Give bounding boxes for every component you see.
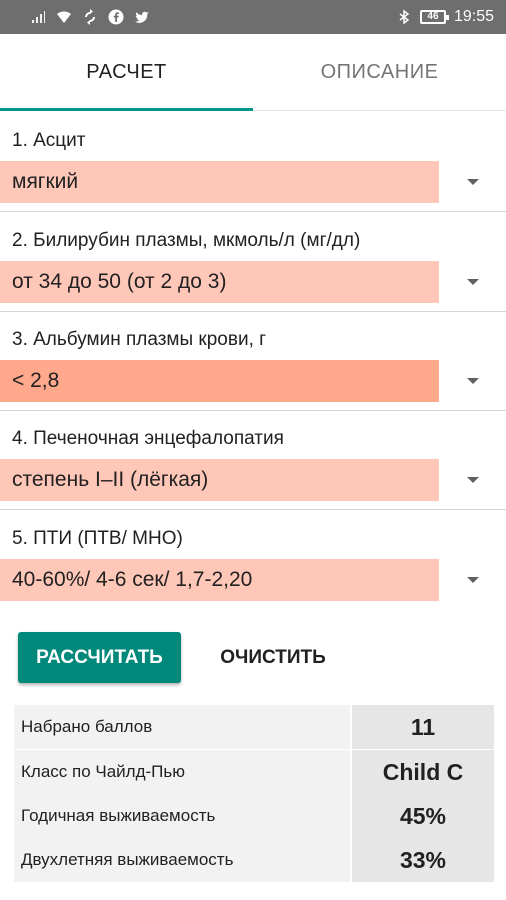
- albumin-select[interactable]: < 2,8: [0, 360, 439, 402]
- select-value: степень I–II (лёгкая): [12, 468, 209, 491]
- field-bilirubin: 2. Билирубин плазмы, мкмоль/л (мг/дл) от…: [0, 212, 506, 312]
- dropdown-arrow-icon[interactable]: [467, 477, 479, 483]
- result-value: Child C: [352, 750, 494, 794]
- result-label: Двухлетняя выживаемость: [14, 838, 350, 882]
- dropdown-arrow-icon[interactable]: [467, 279, 479, 285]
- tab-bar: РАСЧЕТ ОПИСАНИЕ: [0, 34, 506, 111]
- dropdown-arrow-icon[interactable]: [467, 179, 479, 185]
- result-label: Класс по Чайлд-Пью: [14, 750, 350, 794]
- result-label: Годичная выживаемость: [14, 794, 350, 838]
- tab-calculation[interactable]: РАСЧЕТ: [0, 34, 253, 111]
- field-ascites: 1. Асцит мягкий: [0, 112, 506, 212]
- ascites-select[interactable]: мягкий: [0, 161, 439, 203]
- calculate-button[interactable]: РАССЧИТАТЬ: [18, 632, 181, 683]
- tab-description[interactable]: ОПИСАНИЕ: [253, 34, 506, 111]
- field-albumin: 3. Альбумин плазмы крови, г < 2,8: [0, 311, 506, 411]
- result-row-one-year: Годичная выживаемость 45%: [14, 794, 494, 838]
- field-label: 2. Билирубин плазмы, мкмоль/л (мг/дл): [12, 230, 361, 251]
- field-encephalopathy: 4. Печеночная энцефалопатия степень I–II…: [0, 410, 506, 510]
- status-left-icons: [30, 8, 150, 26]
- wifi-icon: [57, 11, 71, 23]
- result-value: 11: [352, 705, 494, 749]
- battery-icon: 46: [419, 10, 449, 24]
- status-right: 46 19:55: [396, 7, 494, 27]
- select-value: 40-60%/ 4-6 сек/ 1,7-2,20: [12, 568, 253, 591]
- clear-button[interactable]: ОЧИСТИТЬ: [200, 632, 346, 683]
- sync-icon: [85, 9, 95, 25]
- field-label: 3. Альбумин плазмы крови, г: [12, 329, 267, 350]
- result-label: Набрано баллов: [14, 705, 350, 749]
- encephalopathy-select[interactable]: степень I–II (лёгкая): [0, 459, 439, 501]
- status-bar: 46 19:55: [0, 0, 506, 34]
- twitter-icon: [135, 11, 149, 23]
- field-label: 5. ПТИ (ПТВ/ МНО): [12, 528, 183, 549]
- select-value: мягкий: [12, 170, 79, 193]
- result-value: 45%: [352, 794, 494, 838]
- select-value: от 34 до 50 (от 2 до 3): [12, 270, 227, 293]
- dropdown-arrow-icon[interactable]: [467, 577, 479, 583]
- result-row-two-year: Двухлетняя выживаемость 33%: [14, 838, 494, 882]
- bluetooth-icon: [399, 9, 410, 25]
- field-label: 4. Печеночная энцефалопатия: [12, 428, 284, 449]
- select-value: < 2,8: [12, 369, 60, 392]
- signal-icon: [32, 11, 45, 23]
- field-label: 1. Асцит: [12, 130, 86, 151]
- field-pti: 5. ПТИ (ПТВ/ МНО) 40-60%/ 4-6 сек/ 1,7-2…: [0, 510, 506, 610]
- status-time: 19:55: [453, 8, 494, 25]
- result-row-class: Класс по Чайлд-Пью Child C: [14, 750, 494, 794]
- facebook-icon: [108, 9, 124, 25]
- result-row-score: Набрано баллов 11: [14, 705, 494, 749]
- pti-select[interactable]: 40-60%/ 4-6 сек/ 1,7-2,20: [0, 559, 439, 601]
- bilirubin-select[interactable]: от 34 до 50 (от 2 до 3): [0, 261, 439, 303]
- dropdown-arrow-icon[interactable]: [467, 378, 479, 384]
- active-tab-indicator: [0, 108, 253, 111]
- result-value: 33%: [352, 838, 494, 882]
